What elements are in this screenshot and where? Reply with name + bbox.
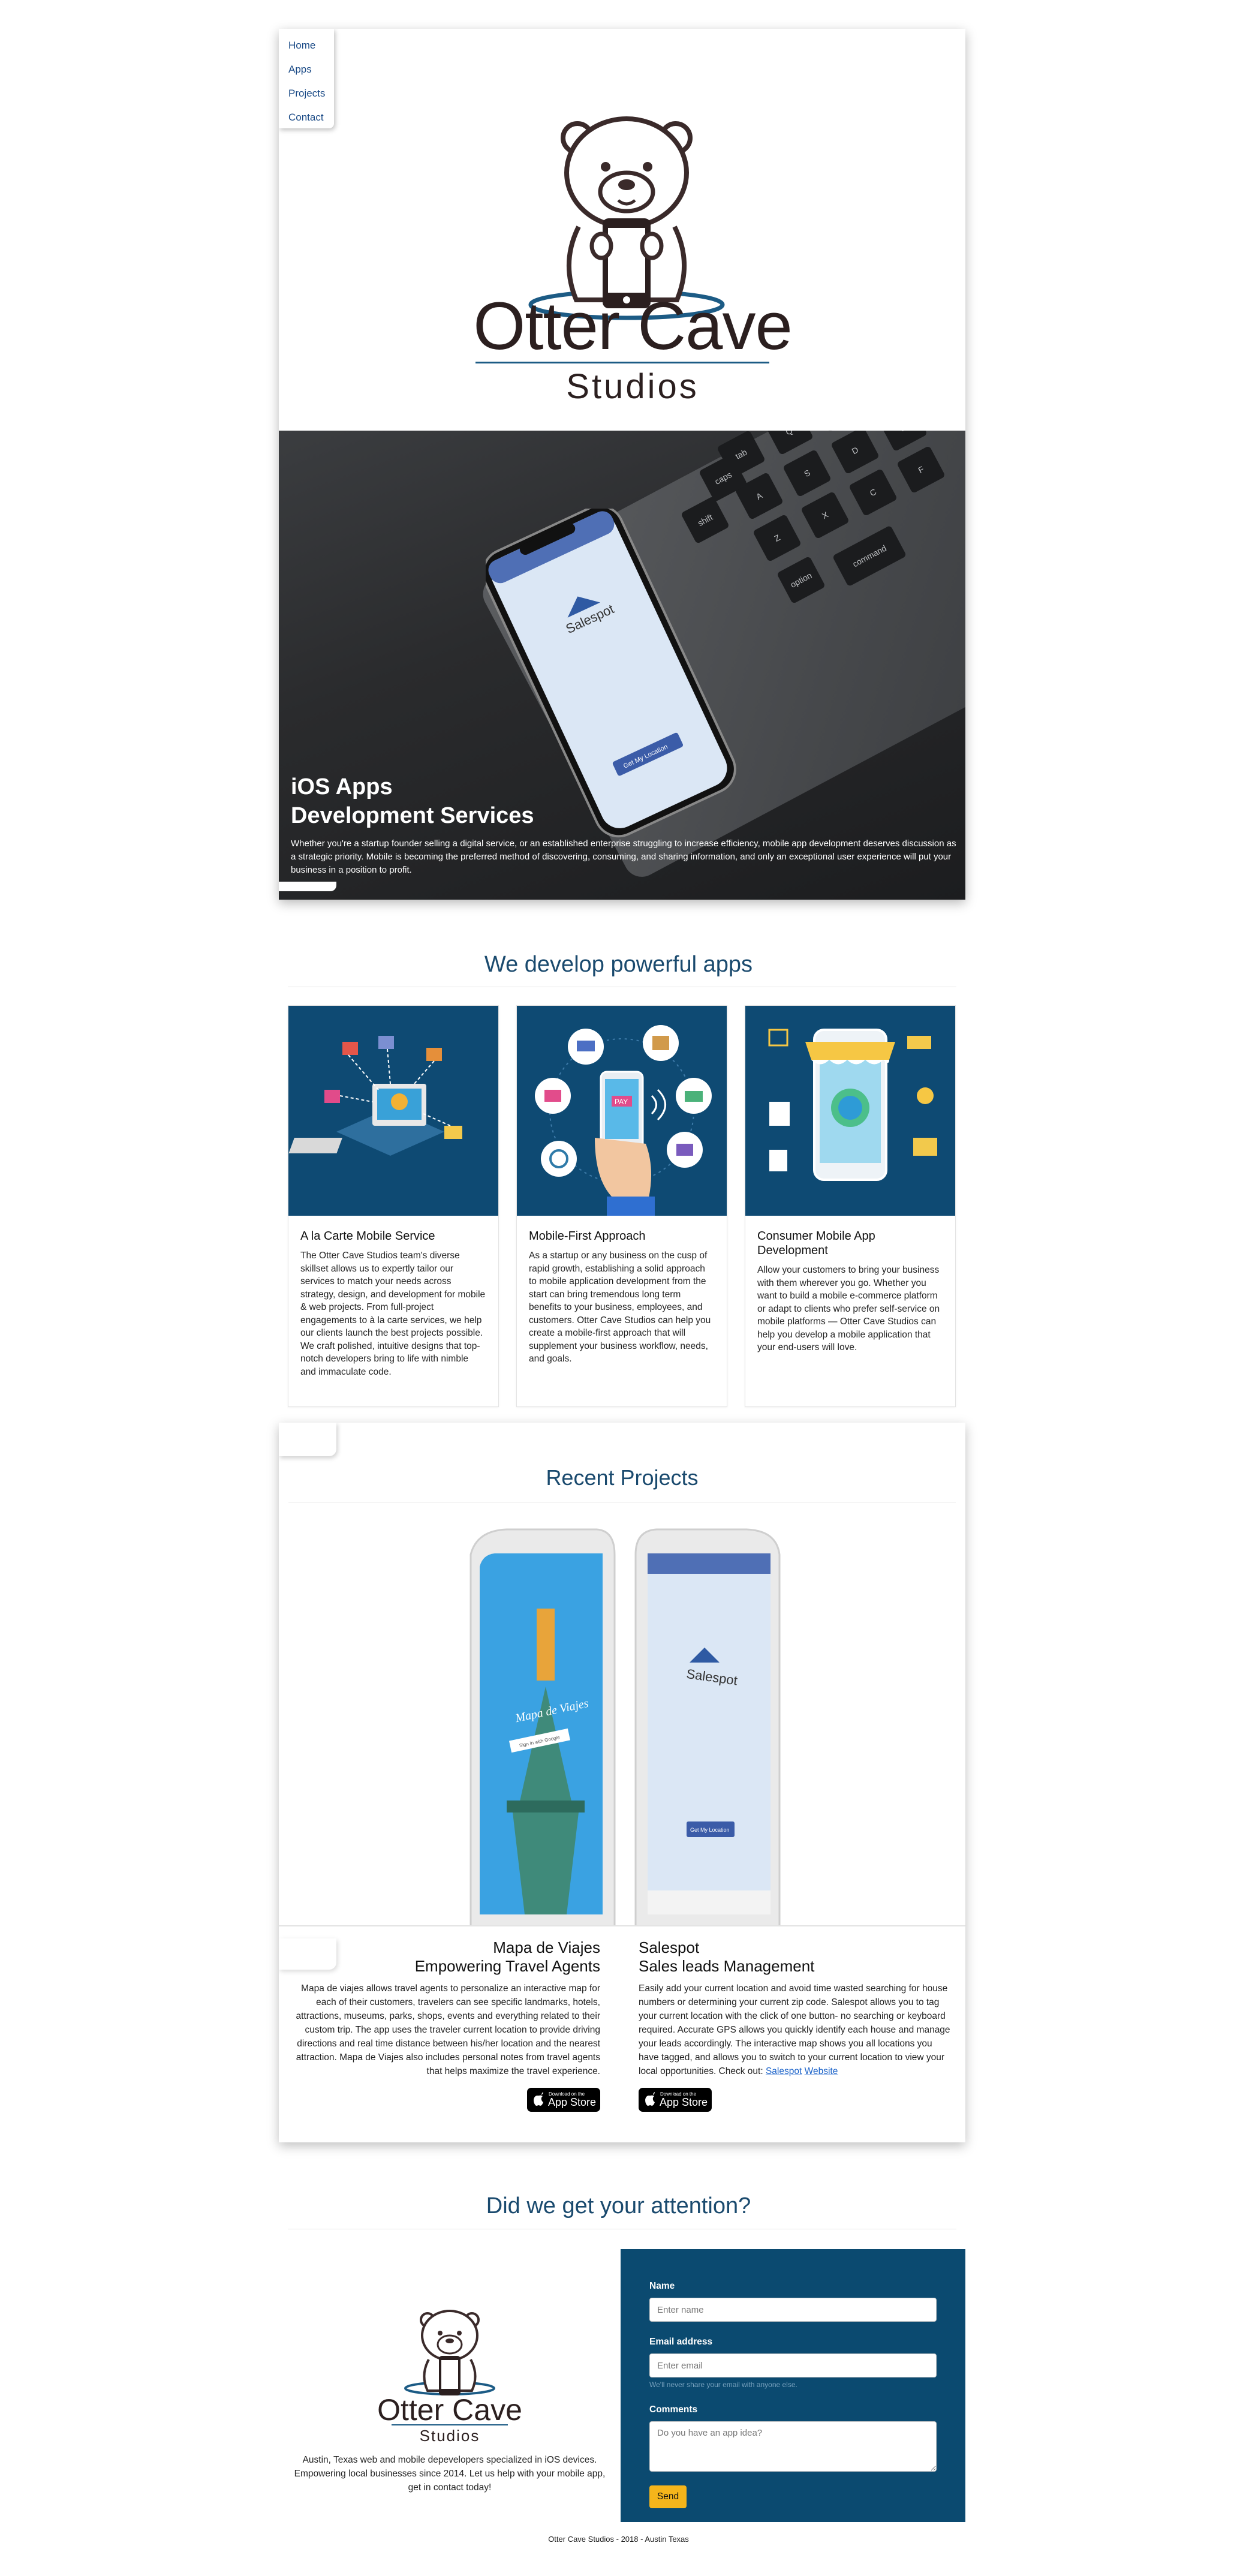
hero-text: Whether you're a startup founder selling… [291, 838, 956, 875]
projects-image-base [279, 1925, 965, 1926]
contact-form: Name Email address We'll never share you… [621, 2249, 965, 2522]
appstore-big-text: App Store [660, 2096, 708, 2108]
service-card-mobile-first: PAY Mobile-First Approach As a startup o… [516, 1005, 727, 1407]
otter-logo-small-icon: Otter Cave Studios [377, 2310, 522, 2445]
projects-card: Recent Projects Mapa de Viajes Sign in w… [279, 1423, 965, 2142]
projects-tab[interactable] [279, 1423, 336, 1456]
logo-subtitle: Studios [566, 367, 699, 406]
project-title-line2: Sales leads Management [639, 1957, 815, 1975]
footer: Otter Cave Studios - 2018 - Austin Texas [548, 2535, 689, 2544]
email-help: We'll never share your email with anyone… [649, 2380, 797, 2389]
name-label: Name [649, 2281, 675, 2291]
service-title: A la Carte Mobile Service [300, 1230, 435, 1243]
nav-projects[interactable]: Projects [279, 82, 334, 106]
send-button[interactable]: Send [649, 2485, 687, 2508]
comments-textarea[interactable] [649, 2421, 937, 2472]
hero-title-line2: Development Services [291, 803, 534, 828]
pay-label: PAY [615, 1098, 628, 1106]
page: Home Apps Projects Contact Otter Cave St… [0, 0, 1237, 2576]
apple-icon [534, 2092, 543, 2106]
service-text: As a startup or any business on the cusp… [529, 1251, 711, 1364]
header-card: Home Apps Projects Contact Otter Cave St… [279, 29, 965, 900]
hero-banner: tab Q W A S D E Z X C F option command s… [279, 431, 965, 900]
hero-scroll-tab[interactable] [279, 882, 336, 891]
appstore-badge-mapa[interactable]: Download on the App Store [527, 2088, 600, 2112]
service-title: Consumer Mobile App Development [757, 1230, 875, 1257]
project-text-body: Easily add your current location and avo… [639, 1983, 950, 2076]
apple-icon [645, 2092, 655, 2106]
service-image-ecommerce [288, 1006, 498, 1216]
email-label: Email address [649, 2337, 713, 2347]
phone2-button: Get My Location [690, 1827, 730, 1833]
logo-area: Otter Cave Studios [279, 29, 965, 431]
project-text: Easily add your current location and avo… [639, 1982, 950, 2078]
service-text: Allow your customers to bring your busin… [757, 1265, 940, 1352]
comments-label: Comments [649, 2404, 698, 2415]
nav-contact[interactable]: Contact [279, 106, 334, 130]
contact-title: Did we get your attention? [486, 2193, 751, 2219]
service-text: The Otter Cave Studios team's diverse sk… [300, 1251, 486, 1377]
logo-rule [475, 362, 769, 363]
nav-menu: Home Apps Projects Contact [279, 29, 334, 128]
contact-logo-title: Otter Cave [377, 2393, 522, 2427]
email-input[interactable] [649, 2353, 937, 2377]
project-title-line1: Salespot [639, 1938, 700, 1956]
appstore-badge-salespot[interactable]: Download on the App Store [639, 2088, 712, 2112]
service-image-mobile-pay: PAY [517, 1006, 727, 1216]
contact-text: Austin, Texas web and mobile depeveloper… [294, 2455, 606, 2493]
contact-logo-subtitle: Studios [420, 2427, 480, 2445]
service-card-a-la-carte: A la Carte Mobile Service The Otter Cave… [288, 1005, 499, 1407]
logo-title: Otter Cave [473, 288, 793, 363]
hero-title-line1: iOS Apps [291, 774, 393, 799]
nav-home[interactable]: Home [279, 34, 334, 58]
contact-info: Otter Cave Studios Austin, Texas web and… [279, 2249, 621, 2525]
services-title: We develop powerful apps [484, 952, 753, 977]
projects-phones-image: Mapa de Viajes Sign in with Google Sales… [279, 1519, 965, 1926]
name-input[interactable] [649, 2298, 937, 2322]
service-title: Mobile-First Approach [529, 1230, 646, 1243]
projects-inner-tab [279, 1938, 336, 1970]
project-text: Mapa de viajes allows travel agents to p… [296, 1983, 600, 2076]
service-image-shop-phone [745, 1006, 955, 1216]
salespot-link[interactable]: Salespot [766, 2066, 802, 2076]
project-salespot: Salespot Sales leads Management Easily a… [639, 1938, 950, 2115]
projects-title: Recent Projects [546, 1465, 699, 1490]
nav-apps[interactable]: Apps [279, 58, 334, 82]
appstore-big-text: App Store [548, 2096, 597, 2108]
hero-title: iOS Apps Development Services [291, 773, 534, 830]
website-link[interactable]: Website [805, 2066, 838, 2076]
service-card-consumer: Consumer Mobile App Development Allow yo… [745, 1005, 956, 1407]
